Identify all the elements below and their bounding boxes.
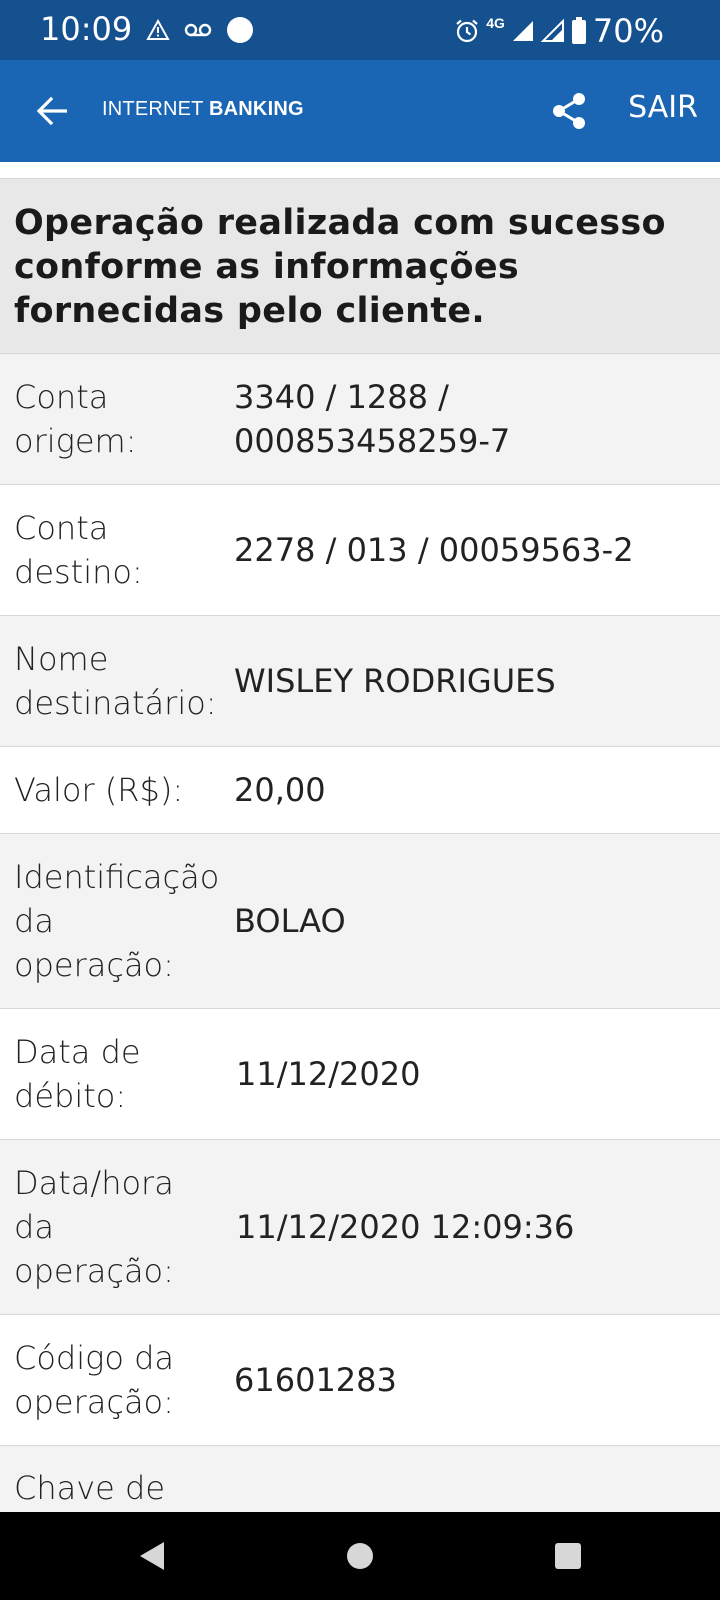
nav-back-button[interactable] bbox=[132, 1536, 172, 1576]
warning-icon bbox=[146, 19, 170, 40]
detail-value: BOLAO bbox=[234, 902, 346, 940]
header-spacer bbox=[0, 162, 720, 179]
app-header: INTERNET BANKING SAIR bbox=[0, 60, 720, 162]
nav-home-button[interactable] bbox=[340, 1536, 380, 1576]
operation-details: Conta origem: 3340 / 1288 / 000853458259… bbox=[0, 354, 720, 1577]
detail-row-conta-origem: Conta origem: 3340 / 1288 / 000853458259… bbox=[0, 354, 720, 485]
app-title-part2: BANKING bbox=[209, 98, 304, 120]
detail-label: Data de débito: bbox=[14, 1033, 141, 1115]
detail-label: Identificação da operação: bbox=[14, 858, 220, 984]
network-type: 4G bbox=[486, 15, 505, 31]
detail-row-nome-destinatario: Nome destinatário: WISLEY RODRIGUES bbox=[0, 616, 720, 747]
detail-row-data-debito: Data de débito: 11/12/2020 bbox=[0, 1009, 720, 1140]
detail-value: 2278 / 013 / 00059563-2 bbox=[234, 531, 634, 569]
detail-row-conta-destino: Conta destino: 2278 / 013 / 00059563-2 bbox=[0, 485, 720, 616]
app-title: INTERNET BANKING bbox=[102, 98, 304, 121]
signal-icon bbox=[540, 19, 564, 42]
status-right: 4G 70% bbox=[454, 12, 664, 50]
detail-value: 11/12/2020 12:09:36 bbox=[236, 1208, 575, 1246]
detail-value: WISLEY RODRIGUES bbox=[234, 662, 556, 700]
detail-label: Conta destino: bbox=[14, 509, 143, 591]
alarm-icon bbox=[456, 19, 478, 43]
status-left-icons bbox=[146, 16, 254, 44]
nav-recents-button[interactable] bbox=[548, 1536, 588, 1576]
detail-label: Chave de bbox=[14, 1469, 166, 1507]
detail-label: Nome destinatário: bbox=[14, 640, 217, 722]
dot-icon bbox=[227, 17, 253, 43]
signal-icon bbox=[512, 21, 533, 41]
nav-recents-icon bbox=[555, 1543, 581, 1569]
system-nav-bar bbox=[0, 1512, 720, 1600]
detail-value: 20,00 bbox=[234, 771, 326, 809]
status-bar: 10:09 4G 70% bbox=[0, 0, 720, 60]
detail-label: Valor (R$): bbox=[14, 771, 184, 809]
detail-label: Data/hora da operação: bbox=[14, 1164, 174, 1290]
detail-row-data-hora: Data/hora da operação: 11/12/2020 12:09:… bbox=[0, 1140, 720, 1315]
battery-percent: 70% bbox=[592, 12, 664, 50]
status-time: 10:09 bbox=[40, 10, 133, 48]
detail-label: Código da operação: bbox=[14, 1339, 174, 1421]
share-button[interactable] bbox=[546, 88, 592, 134]
back-button[interactable] bbox=[28, 87, 76, 135]
back-arrow-icon bbox=[36, 96, 67, 126]
nav-back-icon bbox=[140, 1542, 164, 1570]
detail-label: Conta origem: bbox=[14, 378, 137, 460]
exit-button[interactable]: SAIR bbox=[628, 90, 698, 125]
battery-icon bbox=[571, 17, 586, 44]
detail-row-codigo: Código da operação: 61601283 bbox=[0, 1315, 720, 1446]
app-title-part1: INTERNET bbox=[102, 98, 209, 120]
detail-value: 3340 / 1288 / 000853458259-7 bbox=[234, 378, 511, 460]
success-message: Operação realizada com sucesso conforme … bbox=[14, 203, 666, 331]
detail-row-identificacao: Identificação da operação: BOLAO bbox=[0, 834, 720, 1009]
nav-home-icon bbox=[347, 1543, 373, 1569]
detail-value: 61601283 bbox=[234, 1361, 397, 1399]
detail-value: 11/12/2020 bbox=[236, 1055, 421, 1093]
detail-row-valor: Valor (R$): 20,00 bbox=[0, 747, 720, 834]
voicemail-icon bbox=[184, 23, 212, 37]
success-banner: Operação realizada com sucesso conforme … bbox=[0, 179, 720, 354]
share-icon bbox=[553, 93, 585, 129]
